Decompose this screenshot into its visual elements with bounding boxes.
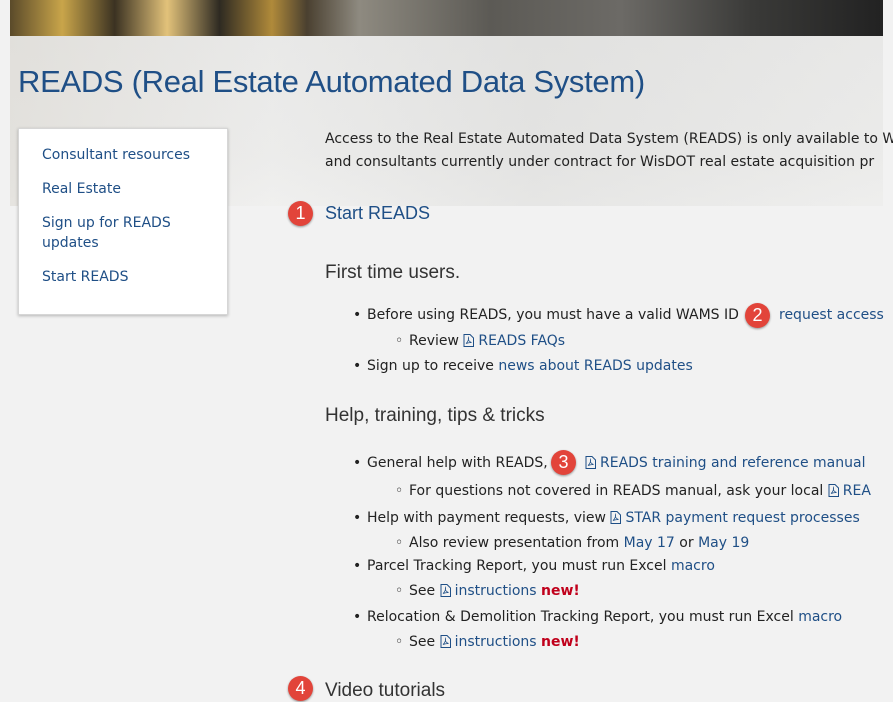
start-reads-heading: Start READS bbox=[325, 203, 431, 223]
new-badge: new! bbox=[541, 634, 580, 650]
header-banner-photo bbox=[10, 0, 883, 36]
annotation-badge-4: 4 bbox=[288, 676, 313, 701]
pdf-icon bbox=[610, 511, 622, 524]
pdf-icon bbox=[440, 635, 451, 648]
list-item: • Before using READS, you must have a val… bbox=[353, 307, 739, 323]
pdf-icon bbox=[440, 584, 451, 597]
list-item: • Help with payment requests, view STAR p… bbox=[353, 510, 860, 526]
list-item-link-wrap: READS training and reference manual bbox=[585, 453, 865, 473]
parcel-tracking-macro-link[interactable]: macro bbox=[671, 558, 715, 574]
annotation-badge-2: 2 bbox=[745, 303, 770, 328]
sidebar-item-start-reads[interactable]: Start READS bbox=[42, 267, 192, 287]
list-item: • Sign up to receive news about READS upd… bbox=[353, 358, 693, 374]
intro-paragraph: Access to the Real Estate Automated Data… bbox=[325, 128, 893, 174]
list-item: • Parcel Tracking Report, you must run Ex… bbox=[353, 558, 715, 574]
list-item: • General help with READS, bbox=[353, 455, 548, 471]
list-item: ◦ For questions not covered in READS manu… bbox=[395, 483, 871, 499]
relocation-tracking-macro-link[interactable]: macro bbox=[798, 609, 842, 625]
pdf-icon bbox=[585, 456, 596, 469]
request-access-link[interactable]: request access bbox=[779, 307, 884, 323]
reads-faqs-link[interactable]: READS FAQs bbox=[463, 333, 565, 349]
star-payment-processes-link[interactable]: STAR payment request processes bbox=[610, 510, 860, 526]
list-item: • Relocation & Demolition Tracking Report… bbox=[353, 609, 843, 625]
sidebar-nav: Consultant resources Real Estate Sign up… bbox=[18, 128, 228, 315]
intro-line-1: Access to the Real Estate Automated Data… bbox=[325, 131, 893, 147]
page-title: READS (Real Estate Automated Data System… bbox=[18, 64, 645, 99]
sidebar-item-consultant-resources[interactable]: Consultant resources bbox=[42, 145, 192, 165]
may-19-presentation-link[interactable]: May 19 bbox=[698, 535, 749, 551]
first-time-users-heading: First time users. bbox=[325, 262, 461, 283]
sidebar-item-real-estate[interactable]: Real Estate bbox=[42, 179, 192, 199]
list-item: ◦ Also review presentation from May 17 or… bbox=[395, 535, 750, 551]
intro-line-2: and consultants currently under contract… bbox=[325, 154, 875, 170]
pdf-icon bbox=[828, 484, 839, 497]
help-training-heading: Help, training, tips & tricks bbox=[325, 405, 545, 426]
list-item-link-wrap: request access bbox=[779, 305, 884, 325]
relocation-tracking-instructions-link[interactable]: instructions bbox=[440, 634, 541, 650]
annotation-badge-3: 3 bbox=[551, 450, 576, 475]
list-item: ◦ Review READS FAQs bbox=[395, 333, 566, 349]
may-17-presentation-link[interactable]: May 17 bbox=[624, 535, 675, 551]
list-item: ◦ See instructions new! bbox=[395, 583, 580, 599]
video-tutorials-heading: Video tutorials bbox=[325, 680, 446, 701]
new-badge: new! bbox=[541, 583, 580, 599]
pdf-icon bbox=[463, 334, 475, 347]
parcel-tracking-instructions-link[interactable]: instructions bbox=[440, 583, 541, 599]
reads-training-manual-link[interactable]: READS training and reference manual bbox=[585, 455, 865, 471]
local-rea-link[interactable]: REA bbox=[828, 483, 871, 499]
annotation-badge-1: 1 bbox=[288, 201, 313, 226]
list-item: ◦ See instructions new! bbox=[395, 634, 580, 650]
sidebar-item-sign-up-updates[interactable]: Sign up for READS updates bbox=[42, 213, 192, 253]
news-about-reads-updates-link[interactable]: news about READS updates bbox=[498, 358, 692, 374]
